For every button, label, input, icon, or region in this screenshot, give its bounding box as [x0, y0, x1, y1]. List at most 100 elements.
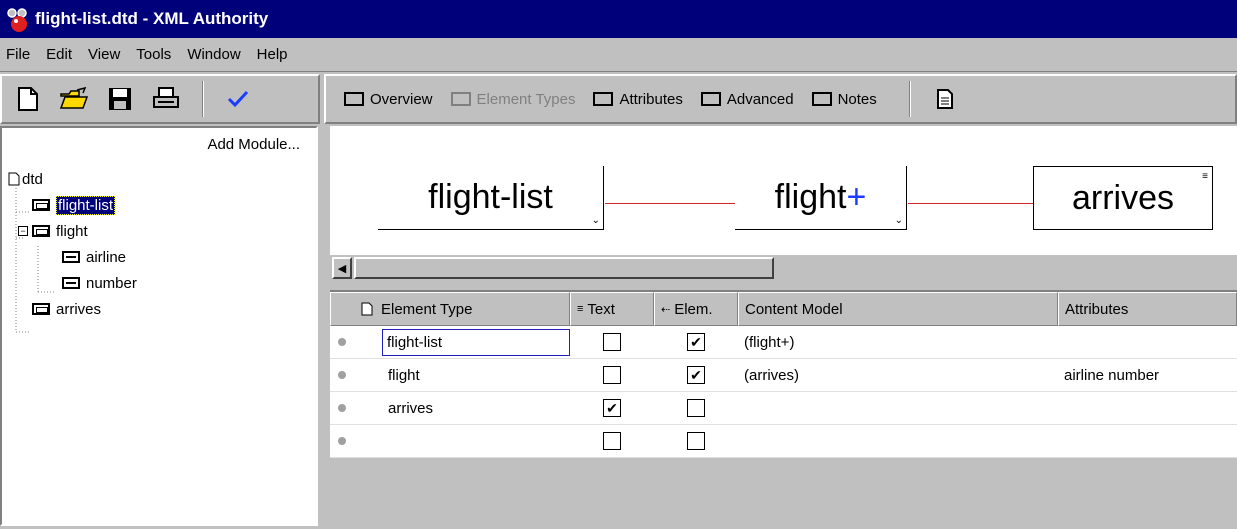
- tab-overview[interactable]: Overview: [344, 91, 433, 108]
- tab-advanced-label: Advanced: [726, 90, 794, 108]
- element-types-icon: [450, 92, 471, 106]
- tree-item-number[interactable]: number: [62, 270, 137, 296]
- tree-item-label: number: [86, 274, 137, 292]
- collapse-toggle-icon[interactable]: −: [18, 226, 28, 236]
- printer-icon: [153, 87, 179, 108]
- new-file-button[interactable]: [8, 79, 48, 119]
- col-header-attributes[interactable]: Attributes: [1058, 292, 1237, 326]
- elem-checkbox[interactable]: [687, 432, 705, 450]
- attributes-icon: [593, 92, 614, 106]
- note-icon: ≡: [1202, 171, 1208, 182]
- elem-icon: ⇠: [661, 303, 671, 316]
- tree-item-airline[interactable]: airline: [62, 244, 137, 270]
- diagram-node-label: flight: [774, 178, 847, 216]
- document-icon: [361, 302, 373, 316]
- window-title: flight-list.dtd - XML Authority: [35, 9, 269, 28]
- element-icon: [32, 225, 50, 237]
- element-name: flight-list: [387, 333, 443, 351]
- occurrence-suffix: +: [846, 178, 867, 216]
- diagram-connector: [908, 203, 1033, 204]
- new-file-icon: [18, 87, 38, 111]
- expand-icon: ⌄: [894, 215, 903, 226]
- tab-advanced[interactable]: Advanced: [700, 90, 794, 108]
- print-button[interactable]: [146, 79, 186, 119]
- open-file-button[interactable]: [54, 79, 94, 119]
- tree-root-dtd[interactable]: dtd: [8, 166, 137, 192]
- menu-tools[interactable]: Tools: [136, 46, 171, 63]
- document-button[interactable]: [925, 79, 965, 119]
- validate-button[interactable]: [218, 79, 258, 119]
- diagram-node-arrives[interactable]: arrives ≡: [1033, 166, 1213, 230]
- checkmark-icon: [227, 90, 249, 108]
- element-name[interactable]: arrives: [388, 400, 433, 417]
- col-header-text[interactable]: ≡ Text: [570, 292, 654, 326]
- diagram-connector: [605, 203, 735, 204]
- diagram-node-label: arrives: [1071, 178, 1175, 217]
- scroll-thumb[interactable]: [354, 257, 774, 279]
- attribute-icon: [62, 277, 80, 289]
- table-row[interactable]: [330, 425, 1237, 458]
- table-row[interactable]: flight-list ✔ (flight+): [330, 326, 1237, 359]
- overview-icon: [344, 92, 364, 106]
- element-icon: [32, 303, 50, 315]
- save-disk-icon: [109, 88, 131, 110]
- tab-element-types-label: Element Types: [476, 90, 576, 108]
- notes-icon: [811, 92, 832, 106]
- document-icon: [936, 89, 953, 109]
- table-row[interactable]: arrives ✔: [330, 392, 1237, 425]
- grid-header-row: Element Type ≡ Text ⇠ Elem. Content Mode…: [330, 292, 1237, 326]
- row-bullet-icon: [338, 338, 346, 346]
- menu-file[interactable]: File: [6, 46, 30, 63]
- col-header-label: Attributes: [1065, 300, 1129, 318]
- main-toolbar: [0, 74, 320, 124]
- text-checkbox[interactable]: [603, 432, 621, 450]
- menu-edit[interactable]: Edit: [46, 46, 72, 63]
- menu-bar: File Edit View Tools Window Help: [0, 38, 1237, 72]
- diagram-node-flight[interactable]: flight + ⌄: [735, 166, 907, 230]
- element-name-input[interactable]: flight-list: [382, 328, 570, 356]
- menu-window[interactable]: Window: [187, 46, 240, 63]
- text-checkbox[interactable]: [603, 366, 621, 384]
- col-header-label: Text: [587, 300, 615, 318]
- row-bullet-icon: [338, 404, 346, 412]
- tab-attributes[interactable]: Attributes: [593, 91, 683, 108]
- tree-root-label: dtd: [22, 170, 43, 188]
- elem-checkbox[interactable]: [687, 399, 705, 417]
- add-module-button[interactable]: Add Module...: [207, 136, 300, 153]
- elem-checkbox[interactable]: ✔: [687, 366, 705, 384]
- text-checkbox[interactable]: [603, 333, 621, 351]
- open-folder-icon: [59, 86, 89, 109]
- elem-checkbox[interactable]: ✔: [687, 333, 705, 351]
- col-header-content-model[interactable]: Content Model: [738, 292, 1058, 326]
- tree-item-arrives[interactable]: arrives: [32, 296, 137, 322]
- element-icon: [32, 199, 50, 211]
- diagram-scrollbar[interactable]: ◀: [330, 254, 1237, 280]
- col-header-element-type[interactable]: Element Type: [330, 292, 570, 326]
- element-name[interactable]: flight: [388, 367, 420, 384]
- tab-notes[interactable]: Notes: [811, 90, 877, 108]
- diagram-node-flight-list[interactable]: flight-list ⌄: [378, 166, 604, 230]
- tab-element-types[interactable]: Element Types: [450, 90, 576, 108]
- tree-item-label: flight: [56, 222, 88, 240]
- save-button[interactable]: [100, 79, 140, 119]
- attributes-list: airline number: [1064, 366, 1160, 384]
- menu-help[interactable]: Help: [257, 46, 288, 63]
- tab-notes-label: Notes: [837, 90, 877, 108]
- expand-icon: ⌄: [591, 215, 600, 226]
- attribute-icon: [62, 251, 80, 263]
- title-bar: flight-list.dtd - XML Authority: [0, 0, 1237, 38]
- content-model: (flight+): [744, 333, 795, 351]
- text-checkbox[interactable]: ✔: [603, 399, 621, 417]
- menu-view[interactable]: View: [88, 46, 120, 63]
- tab-overview-label: Overview: [370, 90, 433, 108]
- row-bullet-icon: [338, 437, 346, 445]
- element-types-grid: Element Type ≡ Text ⇠ Elem. Content Mode…: [330, 290, 1237, 526]
- scroll-left-button[interactable]: ◀: [332, 257, 352, 279]
- col-header-elem[interactable]: ⇠ Elem.: [654, 292, 738, 326]
- toolbar-separator: [202, 81, 204, 117]
- col-header-label: Elem.: [674, 300, 713, 318]
- tree-item-label: airline: [86, 248, 127, 266]
- tree-item-flight[interactable]: − flight: [18, 218, 137, 244]
- table-row[interactable]: flight ✔ (arrives) airline number: [330, 359, 1237, 392]
- tree-item-flight-list[interactable]: flight-list: [32, 192, 137, 218]
